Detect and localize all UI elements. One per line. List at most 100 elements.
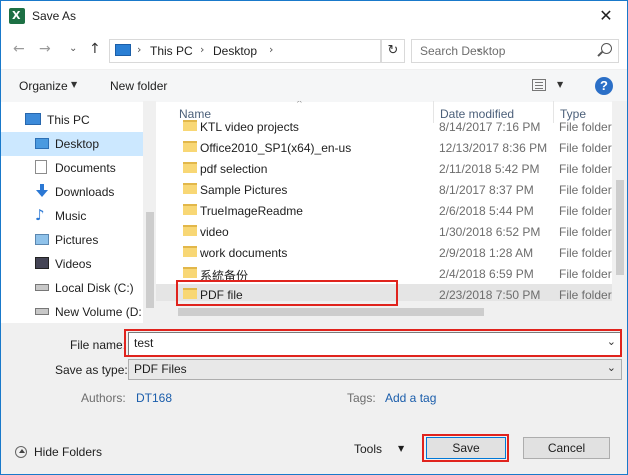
- breadcrumb-desktop[interactable]: Desktop: [213, 44, 257, 58]
- save-type-dropdown-icon[interactable]: ⌄: [607, 361, 616, 374]
- search-input[interactable]: Search Desktop: [420, 44, 505, 58]
- file-type: File folder: [559, 162, 612, 176]
- file-row[interactable]: KTL video projects 8/14/2017 7:16 PM File …: [156, 116, 612, 137]
- drive-icon: [35, 284, 49, 291]
- sidebar-item-videos[interactable]: Videos: [1, 252, 143, 276]
- dialog-title: Save As: [32, 9, 77, 23]
- file-row[interactable]: video 1/30/2018 6:52 PM File folder: [156, 221, 612, 242]
- save-type-select[interactable]: PDF Files ⌄: [128, 359, 622, 380]
- view-options-icon[interactable]: [532, 79, 546, 91]
- close-button[interactable]: ✕: [593, 5, 619, 27]
- file-row[interactable]: pdf selection 2/11/2018 5:42 PM File folde…: [156, 158, 612, 179]
- file-type: File folder: [559, 288, 612, 302]
- folder-icon: [183, 141, 197, 152]
- sidebar-item-label: Local Disk (C:): [55, 281, 134, 295]
- file-name: video: [200, 225, 229, 239]
- sidebar-item-downloads[interactable]: Downloads: [1, 180, 143, 204]
- file-type: File folder: [559, 120, 612, 134]
- search-box[interactable]: Search Desktop: [411, 39, 619, 63]
- documents-icon: [35, 160, 47, 174]
- recent-locations-icon[interactable]: ⌄: [69, 43, 77, 54]
- folder-icon: [183, 225, 197, 236]
- sidebar-item-local-disk[interactable]: Local Disk (C:): [1, 276, 143, 300]
- file-list-horizontal-scrollbar[interactable]: [156, 301, 627, 323]
- up-arrow-icon[interactable]: ↑: [89, 41, 101, 57]
- file-date-modified: 2/11/2018 5:42 PM: [439, 162, 540, 176]
- file-name-dropdown-icon[interactable]: ⌄: [607, 335, 616, 348]
- file-type: File folder: [559, 267, 612, 281]
- title-bar: Save As ✕: [1, 1, 627, 32]
- authors-label: Authors:: [81, 391, 126, 405]
- view-dropdown-icon[interactable]: ▼: [557, 80, 563, 89]
- folder-icon: [183, 183, 197, 194]
- sidebar-item-label: New Volume (D:: [55, 305, 142, 319]
- sidebar-item-new-volume[interactable]: New Volume (D:: [1, 300, 143, 323]
- tools-button[interactable]: Tools: [354, 442, 382, 456]
- cancel-button[interactable]: Cancel: [523, 437, 610, 459]
- save-button[interactable]: Save: [426, 437, 506, 459]
- file-name-field[interactable]: test ⌄: [128, 332, 622, 356]
- sidebar-item-desktop[interactable]: Desktop: [1, 132, 143, 156]
- sidebar-item-label: Pictures: [55, 233, 99, 247]
- file-list-horizontal-thumb[interactable]: [178, 308, 484, 316]
- organize-button[interactable]: Organize: [19, 79, 68, 93]
- forward-arrow-icon[interactable]: →: [39, 41, 51, 57]
- folder-icon: [183, 204, 197, 215]
- help-button[interactable]: ?: [595, 77, 613, 95]
- sidebar-item-music[interactable]: ♪ Music: [1, 204, 143, 228]
- file-name: PDF file: [200, 288, 243, 302]
- sidebar-scrollbar[interactable]: [143, 101, 156, 323]
- file-date-modified: 8/14/2017 7:16 PM: [439, 120, 541, 134]
- file-name-value[interactable]: test: [134, 336, 153, 350]
- videos-icon: [35, 257, 49, 269]
- file-date-modified: 2/4/2018 6:59 PM: [439, 267, 534, 281]
- hide-folders-button[interactable]: Hide Folders: [34, 445, 102, 459]
- file-type: File folder: [559, 246, 612, 260]
- file-date-modified: 12/13/2017 8:36 PM: [439, 141, 548, 155]
- save-type-label: Save as type:: [55, 363, 128, 377]
- crumb-separator-icon: ›: [200, 43, 205, 56]
- tools-dropdown-icon[interactable]: ▼: [398, 444, 404, 453]
- file-date-modified: 2/23/2018 7:50 PM: [439, 288, 541, 302]
- downloads-icon: [35, 184, 49, 198]
- file-row[interactable]: work documents 2/9/2018 1:28 AM File folde…: [156, 242, 612, 263]
- command-bar: Organize ▼ New folder ▼ ?: [1, 69, 627, 102]
- file-row[interactable]: TrueImageReadme 2/6/2018 5:44 PM File fold…: [156, 200, 612, 221]
- excel-icon: [9, 8, 25, 24]
- refresh-button[interactable]: ↻: [381, 39, 405, 63]
- sidebar-item-this-pc[interactable]: This PC: [1, 108, 143, 132]
- file-list: ^ Name Date modified Type KTL video proj…: [156, 101, 627, 323]
- sidebar-item-documents[interactable]: Documents: [1, 156, 143, 180]
- sidebar-item-label: This PC: [47, 113, 90, 127]
- authors-value[interactable]: DT168: [136, 391, 172, 405]
- sidebar-item-pictures[interactable]: Pictures: [1, 228, 143, 252]
- new-folder-button[interactable]: New folder: [110, 79, 167, 93]
- folder-icon: [183, 288, 197, 299]
- hide-folders-icon[interactable]: [15, 446, 27, 458]
- file-row[interactable]: Office2010_SP1(x64)_en-us 12/13/2017 8:36…: [156, 137, 612, 158]
- tags-value[interactable]: Add a tag: [385, 391, 436, 405]
- sidebar-scroll-thumb[interactable]: [146, 212, 154, 308]
- file-date-modified: 2/6/2018 5:44 PM: [439, 204, 534, 218]
- breadcrumb-this-pc[interactable]: This PC: [150, 44, 193, 58]
- sidebar-item-label: Documents: [55, 161, 116, 175]
- desktop-icon: [35, 138, 49, 149]
- back-arrow-icon[interactable]: ←: [13, 41, 25, 57]
- file-name: KTL video projects: [200, 120, 299, 134]
- music-icon: ♪: [35, 206, 45, 224]
- organize-dropdown-icon[interactable]: ▼: [71, 80, 77, 89]
- file-name: Office2010_SP1(x64)_en-us: [200, 141, 352, 155]
- pictures-icon: [35, 234, 49, 245]
- file-row[interactable]: Sample Pictures 8/1/2017 8:37 PM File fold…: [156, 179, 612, 200]
- computer-icon: [115, 44, 131, 56]
- navigation-bar: ← → ⌄ ↑ › This PC › Desktop › ⌄ ↻ Search…: [1, 32, 627, 68]
- crumb-separator-icon[interactable]: ›: [269, 43, 273, 56]
- file-date-modified: 2/9/2018 1:28 AM: [439, 246, 534, 260]
- sidebar-item-label: Videos: [55, 257, 92, 271]
- file-list-vertical-thumb[interactable]: [616, 180, 624, 275]
- file-list-vertical-scrollbar[interactable]: [612, 101, 627, 301]
- address-bar[interactable]: › This PC › Desktop › ⌄: [109, 39, 483, 63]
- navigation-pane: This PC Desktop Documents Downloads ♪ Mu…: [1, 101, 156, 323]
- file-row[interactable]: 系統备份 2/4/2018 6:59 PM File folder: [156, 263, 612, 284]
- file-name: work documents: [200, 246, 288, 260]
